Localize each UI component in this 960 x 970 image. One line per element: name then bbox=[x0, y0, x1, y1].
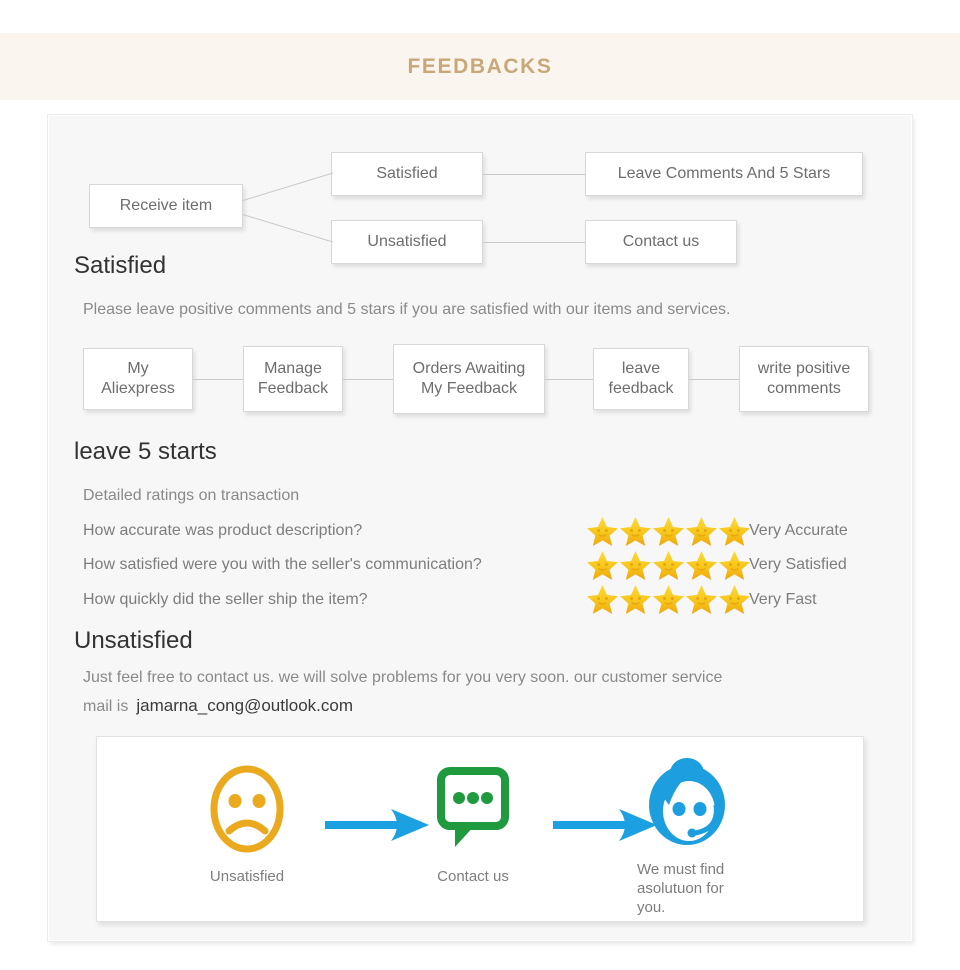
rating-question-3: How quickly did the seller ship the item… bbox=[83, 591, 368, 608]
rating-stars-1 bbox=[586, 515, 751, 547]
section-heading-satisfied: Satisfied bbox=[74, 252, 167, 279]
star-icon bbox=[620, 585, 651, 614]
rating-stars-2 bbox=[586, 549, 751, 581]
page-title: FEEDBACKS bbox=[407, 54, 553, 78]
unsatisfied-text-line2: mail is jamarna_cong@outlook.com bbox=[83, 696, 353, 716]
step-box-1: My Aliexpress bbox=[83, 348, 193, 410]
star-icon bbox=[587, 551, 618, 580]
step-box-4: leave feedback bbox=[593, 348, 689, 410]
strip-item-support-agent: We must find asolutuon for you. bbox=[631, 753, 791, 917]
star-icon bbox=[620, 551, 651, 580]
rating-label-1: Very Accurate bbox=[749, 522, 848, 539]
star-icon bbox=[686, 585, 717, 614]
rating-stars-3 bbox=[586, 583, 751, 615]
strip-item-unsatisfied: Unsatisfied bbox=[183, 763, 311, 887]
star-icon bbox=[719, 517, 750, 546]
star-icon bbox=[587, 585, 618, 614]
step-box-5: write positive comments bbox=[739, 346, 869, 412]
section-heading-unsatisfied: Unsatisfied bbox=[74, 627, 193, 654]
connector-receive-to-unsatisfied bbox=[242, 214, 333, 243]
strip-item-contact-us: Contact us bbox=[409, 763, 537, 887]
connector-satisfied-to-comments bbox=[483, 174, 585, 175]
rating-label-3: Very Fast bbox=[749, 591, 817, 608]
flow-box-leave-comments: Leave Comments And 5 Stars bbox=[585, 152, 863, 196]
page-header: FEEDBACKS bbox=[0, 33, 960, 100]
strip-caption-contact-us: Contact us bbox=[437, 868, 509, 885]
star-icon bbox=[587, 517, 618, 546]
step-connector-4 bbox=[689, 379, 739, 380]
support-agent-icon bbox=[649, 758, 725, 845]
strip-caption-support-agent: We must find asolutuon for you. bbox=[637, 861, 725, 916]
star-icon bbox=[653, 551, 684, 580]
section-heading-leave-5-stars: leave 5 starts bbox=[74, 438, 217, 465]
star-icon bbox=[719, 551, 750, 580]
star-icon bbox=[686, 551, 717, 580]
star-icon bbox=[719, 585, 750, 614]
sad-face-icon bbox=[210, 765, 284, 853]
ratings-subtitle: Detailed ratings on transaction bbox=[83, 487, 300, 504]
step-connector-3 bbox=[545, 379, 593, 380]
rating-label-2: Very Satisfied bbox=[749, 556, 847, 573]
star-icon bbox=[620, 517, 651, 546]
strip-caption-unsatisfied: Unsatisfied bbox=[209, 868, 285, 885]
connector-unsatisfied-to-contact bbox=[483, 242, 585, 243]
connector-receive-to-satisfied bbox=[243, 172, 334, 201]
step-box-3: Orders Awaiting My Feedback bbox=[393, 344, 545, 414]
flow-box-satisfied: Satisfied bbox=[331, 152, 483, 196]
unsatisfied-text-line1: Just feel free to contact us. we will so… bbox=[83, 669, 723, 686]
star-icon bbox=[653, 585, 684, 614]
flow-box-receive-item: Receive item bbox=[89, 184, 243, 228]
star-icon bbox=[653, 517, 684, 546]
rating-question-2: How satisfied were you with the seller's… bbox=[83, 556, 482, 573]
flow-box-contact-us: Contact us bbox=[585, 220, 737, 264]
step-connector-2 bbox=[343, 379, 393, 380]
step-connector-1 bbox=[193, 379, 243, 380]
support-email[interactable]: jamarna_cong@outlook.com bbox=[128, 696, 353, 715]
rating-question-1: How accurate was product description? bbox=[83, 522, 363, 539]
star-icon bbox=[686, 517, 717, 546]
unsatisfied-mail-prefix: mail is bbox=[83, 698, 129, 715]
satisfied-intro-text: Please leave positive comments and 5 sta… bbox=[83, 301, 731, 318]
flow-box-unsatisfied: Unsatisfied bbox=[331, 220, 483, 264]
support-process-strip: Unsatisfied Contact us We must find asol… bbox=[96, 736, 864, 922]
speech-bubble-icon bbox=[437, 767, 509, 847]
step-box-2: Manage Feedback bbox=[243, 346, 343, 412]
